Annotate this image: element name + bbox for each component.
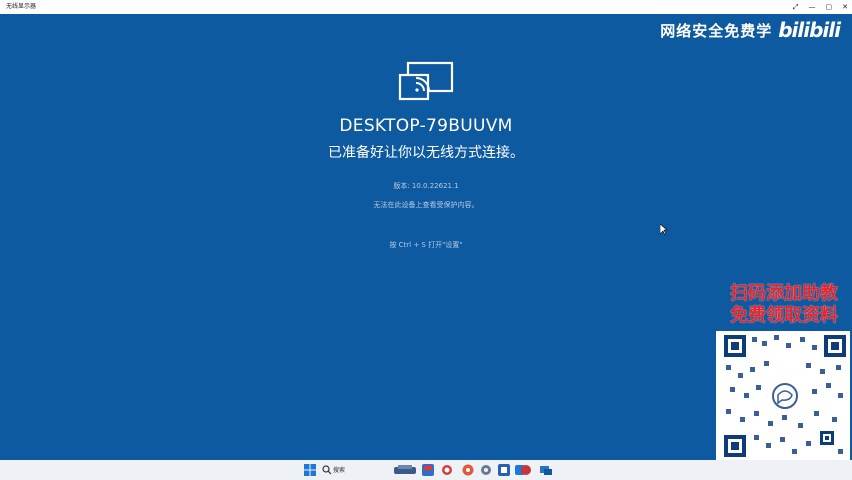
promo-banner: 扫码添加助教 免费领取资料 bbox=[716, 283, 852, 327]
window-controls: ⤢ — ▢ ✕ bbox=[793, 0, 848, 14]
device-name: DESKTOP-79BUUVM bbox=[339, 116, 513, 136]
qr-code-icon bbox=[716, 331, 850, 461]
search-label[interactable]: 搜索 bbox=[333, 465, 345, 474]
expand-icon[interactable]: ⤢ bbox=[793, 0, 799, 14]
version-text: 版本: 10.0.22621.1 bbox=[393, 182, 459, 190]
maximize-icon[interactable]: ▢ bbox=[826, 0, 833, 14]
start-icon[interactable] bbox=[304, 464, 316, 476]
watermark-text: 网络安全免费学 bbox=[660, 21, 773, 40]
settings-hint: 按 Ctrl + S 打开"设置" bbox=[389, 241, 463, 249]
game-app-icon[interactable] bbox=[394, 464, 416, 476]
promo-line-1: 扫码添加助教 bbox=[730, 283, 838, 304]
ready-status: 已准备好让你以无线方式连接。 bbox=[328, 145, 524, 161]
media-app-icon[interactable] bbox=[520, 464, 532, 476]
wireless-display-taskbar-icon[interactable] bbox=[540, 464, 552, 476]
minimize-icon[interactable]: — bbox=[809, 0, 816, 14]
search-icon[interactable] bbox=[322, 464, 332, 476]
mouse-cursor-icon bbox=[660, 224, 668, 236]
browser-icon[interactable] bbox=[422, 464, 434, 476]
protected-content-text: 无法在此设备上查看受保护内容。 bbox=[373, 201, 479, 209]
bilibili-logo: bilibili bbox=[778, 18, 841, 42]
window-title: 无线显示器 bbox=[6, 3, 37, 10]
settings-icon[interactable] bbox=[480, 464, 492, 476]
cast-icon bbox=[398, 61, 454, 101]
word-icon[interactable] bbox=[498, 464, 510, 476]
taskbar: 搜索 bbox=[0, 460, 852, 480]
app-icon[interactable] bbox=[462, 464, 474, 476]
close-icon[interactable]: ✕ bbox=[842, 0, 848, 14]
promo-line-2: 免费领取资料 bbox=[730, 305, 838, 326]
watermark: 网络安全免费学 bilibili bbox=[660, 18, 841, 42]
qq-icon[interactable] bbox=[440, 464, 454, 476]
title-bar: 无线显示器 ⤢ — ▢ ✕ bbox=[0, 0, 852, 14]
